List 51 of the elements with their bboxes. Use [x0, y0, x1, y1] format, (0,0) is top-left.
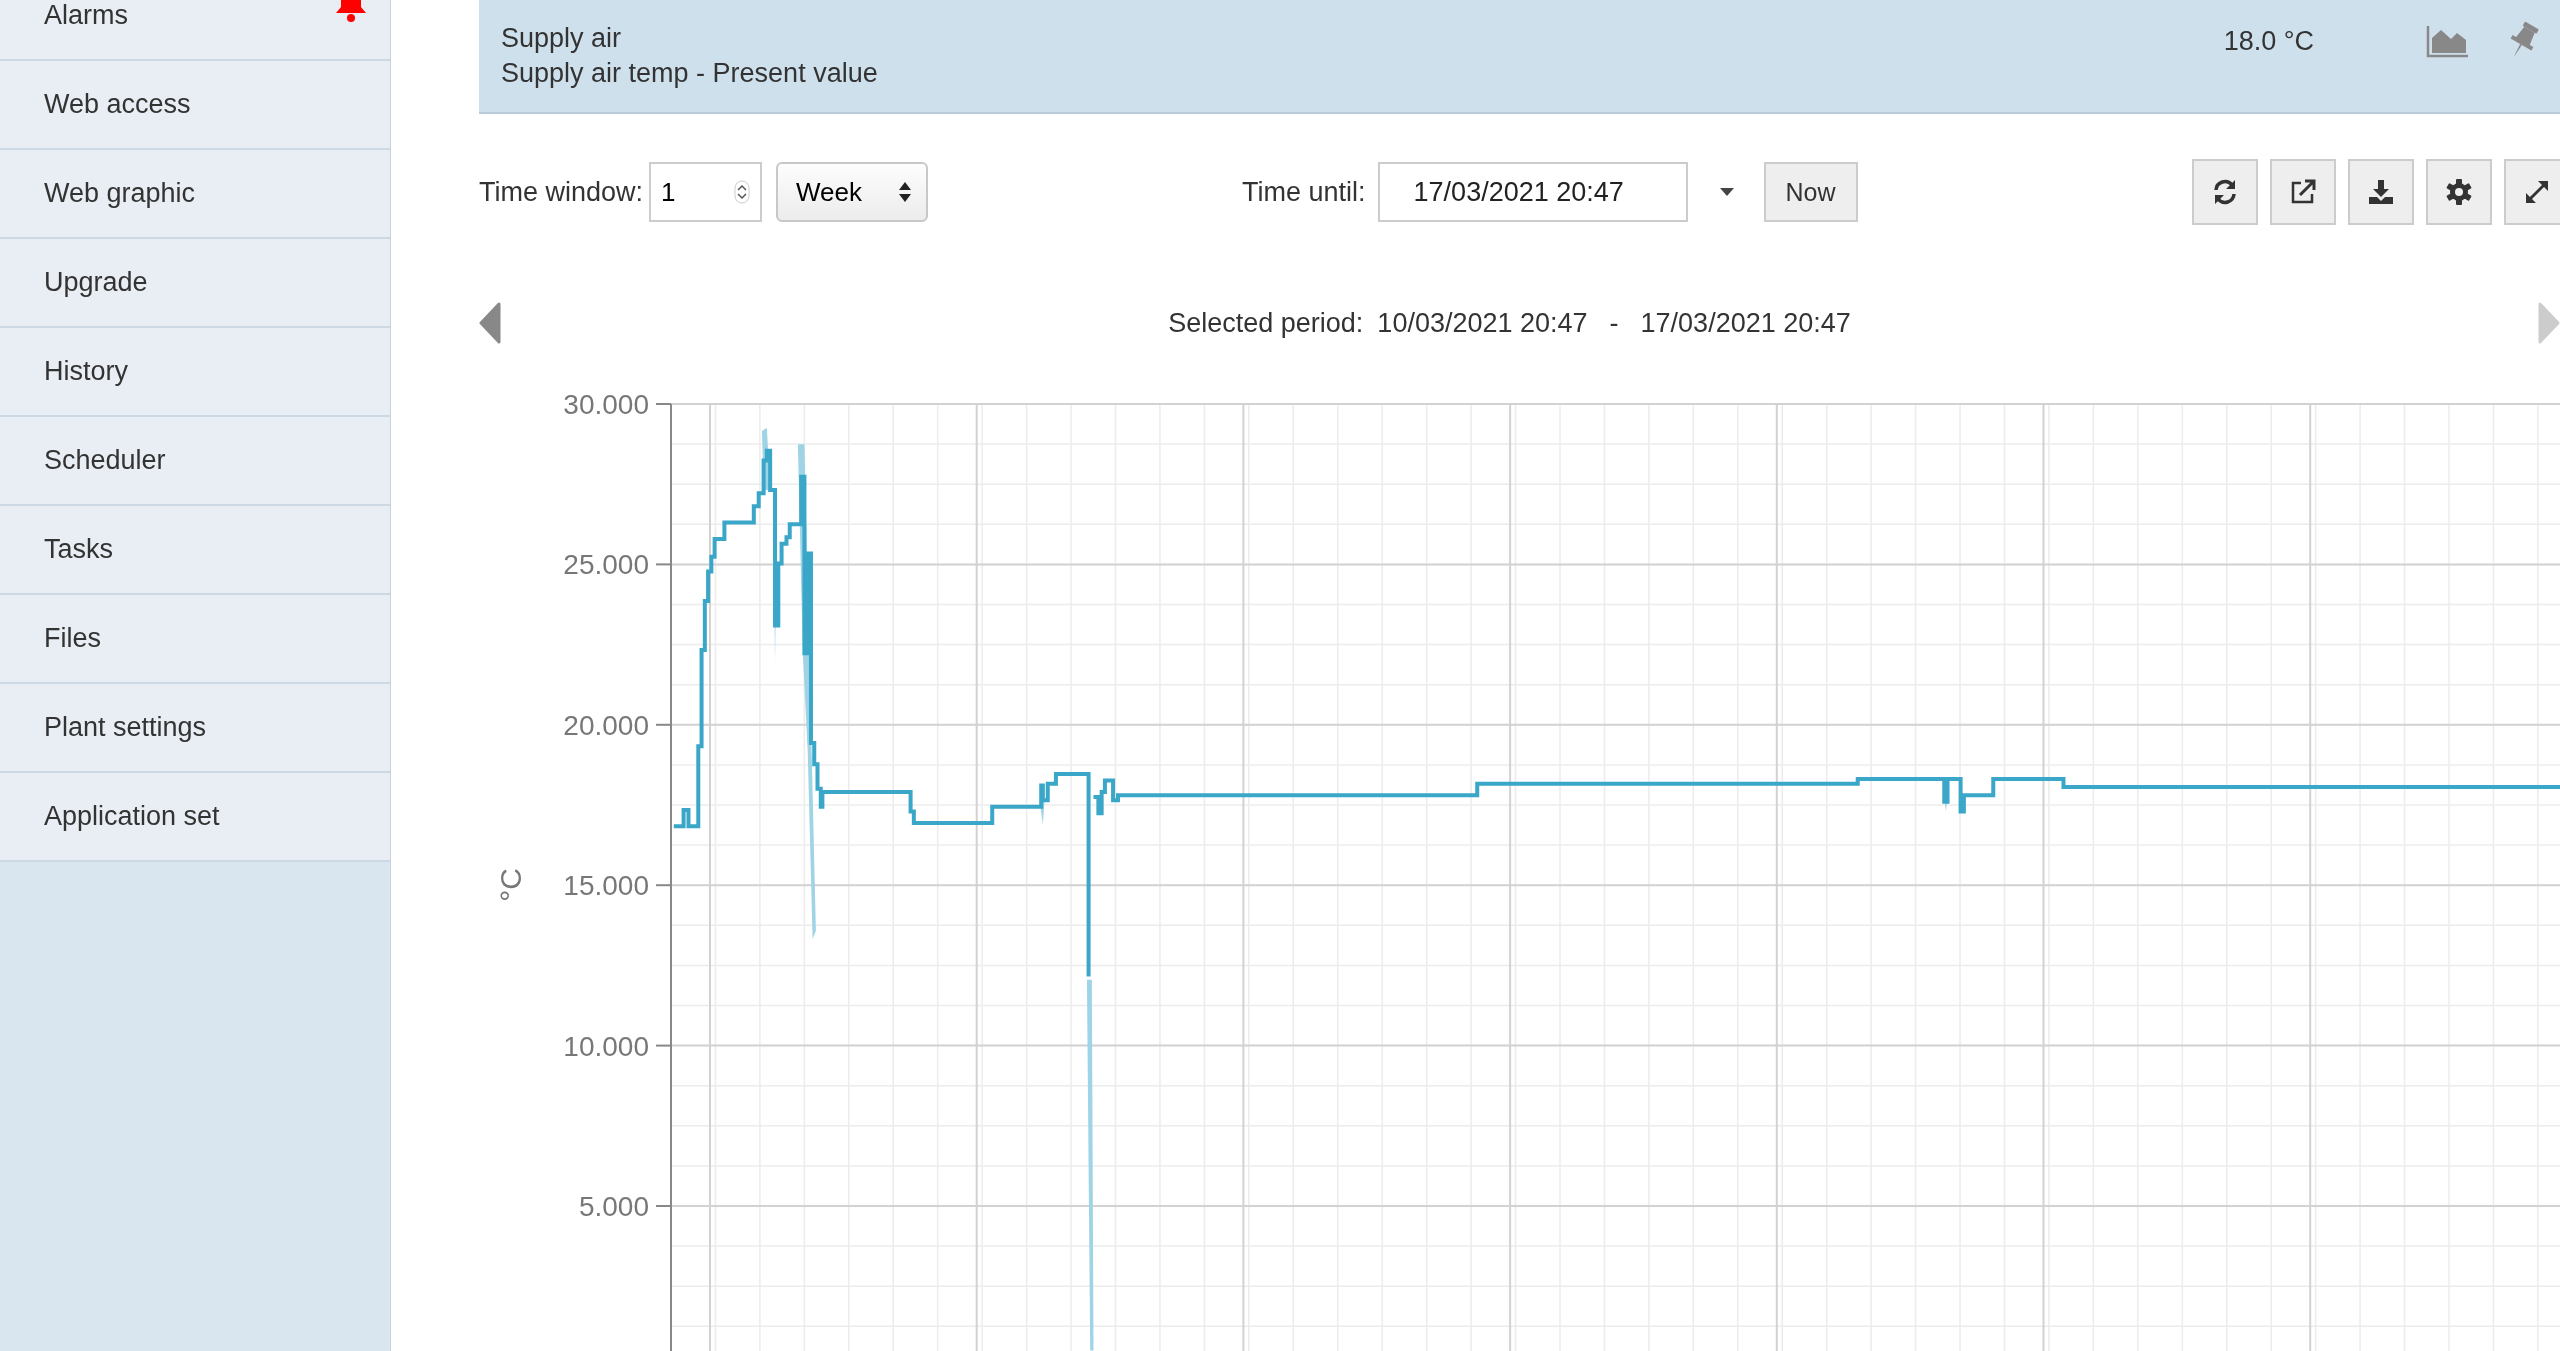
time-unit-select[interactable]: Week: [776, 162, 929, 222]
time-window-input[interactable]: 1: [649, 162, 763, 222]
period-start: 10/03/2021 20:47: [1377, 307, 1588, 339]
sidebar-item[interactable]: Alarms: [0, 0, 390, 61]
sidebar-item[interactable]: Upgrade: [0, 239, 390, 328]
tick-mark: [655, 723, 672, 726]
settings-button[interactable]: [2426, 159, 2492, 225]
updown-caret-icon: [898, 180, 913, 204]
tick-mark: [655, 1205, 672, 1207]
download-button[interactable]: [2348, 159, 2414, 225]
sidebar-item[interactable]: Files: [0, 595, 390, 684]
y-tick-label: 5.000: [578, 1191, 649, 1222]
tick-mark: [655, 403, 672, 405]
caret-icon[interactable]: [1719, 188, 1734, 196]
previous-period-icon[interactable]: [479, 302, 501, 344]
period-end: 17/03/2021 20:47: [1640, 307, 1851, 339]
sidebar-item[interactable]: Application set: [0, 773, 390, 862]
point-value: 18.0 °C: [2223, 25, 2314, 57]
settings-icon: [2445, 178, 2473, 206]
time-window-label: Time window:: [479, 176, 644, 208]
sidebar-item[interactable]: Web access: [0, 61, 390, 150]
refresh-button[interactable]: [2192, 159, 2258, 225]
open-external-button[interactable]: [2270, 159, 2336, 225]
tick-mark: [655, 1044, 672, 1047]
point-name: Supply air: [501, 23, 623, 54]
y-axis-unit: °C: [494, 868, 527, 902]
spinner-icon[interactable]: [734, 180, 751, 204]
sidebar-item[interactable]: History: [0, 328, 390, 417]
period-label: Selected period:: [1168, 307, 1364, 339]
y-tick-label: 25.000: [563, 549, 649, 581]
download-icon: [2367, 178, 2395, 206]
refresh-icon: [2211, 178, 2239, 206]
sidebar-item[interactable]: Scheduler: [0, 417, 390, 506]
now-button[interactable]: Now: [1763, 162, 1858, 222]
sidebar-item[interactable]: Tasks: [0, 506, 390, 595]
period-separator: -: [1609, 307, 1619, 339]
area-chart-icon[interactable]: [2426, 24, 2470, 58]
y-tick-label: 30.000: [563, 389, 649, 420]
sidebar-item[interactable]: Plant settings: [0, 684, 390, 773]
tick-mark: [655, 563, 672, 566]
time-until-label: Time until:: [1242, 176, 1366, 208]
tick-mark: [655, 884, 672, 887]
y-tick-label: 15.000: [563, 870, 649, 902]
time-until-field[interactable]: 17/03/2021 20:47: [1377, 162, 1688, 222]
sidebar-item[interactable]: Web graphic: [0, 150, 390, 239]
external-link-icon: [2289, 178, 2317, 206]
expand-icon: [2523, 178, 2551, 206]
point-description: Supply air temp - Present value: [501, 58, 879, 89]
y-tick-label: 10.000: [563, 1030, 649, 1062]
y-tick-label: 20.000: [563, 709, 649, 741]
fullscreen-button[interactable]: [2504, 159, 2560, 225]
